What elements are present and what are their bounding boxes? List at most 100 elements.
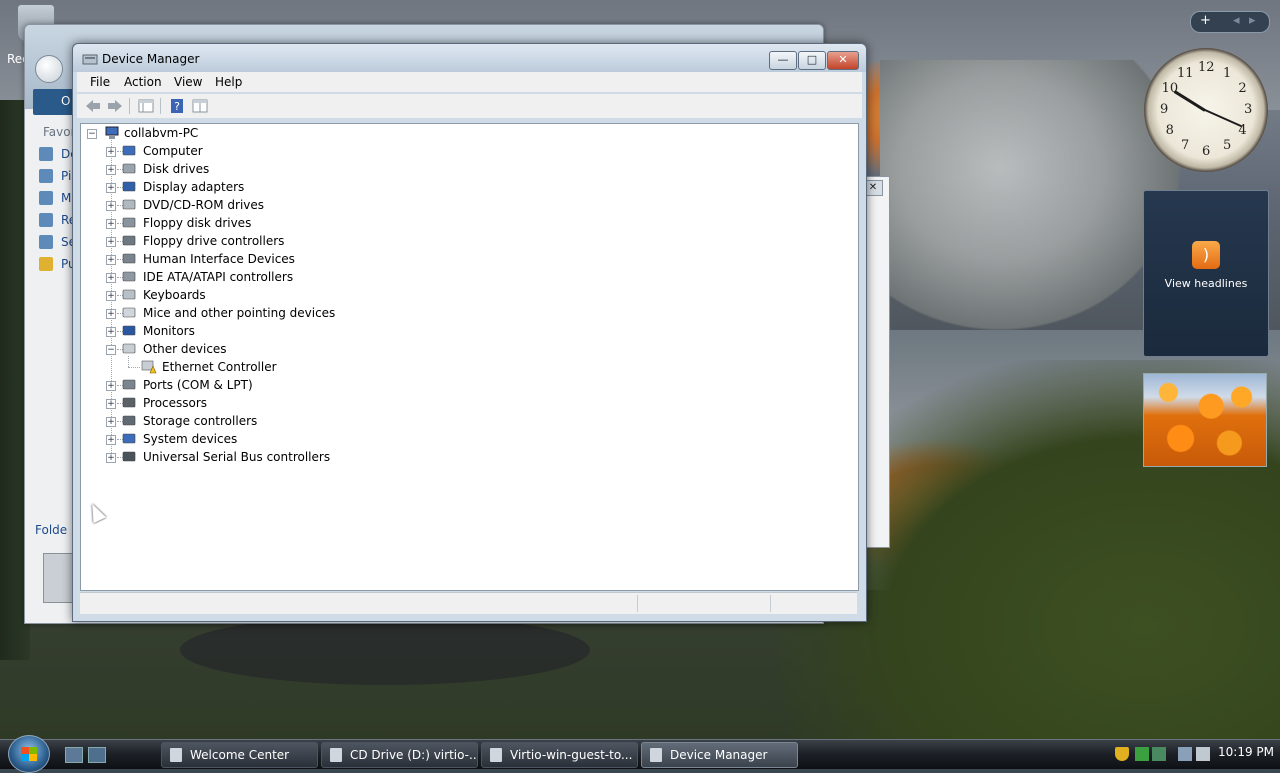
computer-root-icon <box>104 126 120 140</box>
update-icon[interactable] <box>1152 747 1166 761</box>
maximize-button[interactable]: □ <box>798 51 826 70</box>
switch-windows-icon[interactable] <box>88 747 106 763</box>
news-gadget[interactable]: ) View headlines <box>1143 190 1269 357</box>
expand-toggle[interactable]: + <box>106 183 116 193</box>
task-label: Device Manager <box>670 748 768 762</box>
favorite-label: M <box>61 191 72 205</box>
expand-toggle[interactable]: + <box>106 273 116 283</box>
status-bar <box>80 592 857 614</box>
tree-child-item[interactable]: Ethernet Controller <box>162 358 277 376</box>
expand-toggle[interactable]: + <box>106 435 116 445</box>
system-device-icon <box>121 432 137 446</box>
back-arrow-icon[interactable] <box>84 97 102 115</box>
clock-numeral: 9 <box>1160 102 1169 117</box>
close-button[interactable]: ✕ <box>827 51 859 70</box>
back-nav-button[interactable] <box>35 55 63 83</box>
tree-item[interactable]: Display adapters <box>143 178 244 196</box>
tree-item[interactable]: Ports (COM & LPT) <box>143 376 253 394</box>
folder-icon <box>39 169 53 183</box>
unknown-device-icon <box>121 342 137 356</box>
menu-file[interactable]: File <box>90 75 110 89</box>
floppy-drive-icon <box>121 216 137 230</box>
expand-toggle[interactable]: + <box>106 237 116 247</box>
expand-toggle[interactable]: + <box>106 291 116 301</box>
clock-numeral: 11 <box>1177 65 1194 81</box>
tree-item[interactable]: Universal Serial Bus controllers <box>143 448 330 466</box>
tree-item[interactable]: Human Interface Devices <box>143 250 295 268</box>
windows-logo-icon <box>21 747 37 761</box>
device-manager-window: Device Manager — □ ✕ File Action View He… <box>72 43 867 622</box>
clock-numeral: 3 <box>1244 102 1253 117</box>
volume-muted-icon[interactable] <box>1196 747 1210 761</box>
tree-item[interactable]: Keyboards <box>143 286 206 304</box>
rss-feed-icon: ) <box>1192 241 1220 269</box>
security-shield-icon[interactable] <box>1115 747 1129 761</box>
folder-icon <box>39 213 53 227</box>
menu-help[interactable]: Help <box>215 75 242 89</box>
expand-toggle[interactable]: + <box>106 201 116 211</box>
help-icon[interactable]: ? <box>168 97 186 115</box>
tree-item[interactable]: IDE ATA/ATAPI controllers <box>143 268 293 286</box>
tree-item[interactable]: Storage controllers <box>143 412 257 430</box>
collapse-toggle[interactable]: − <box>87 129 97 139</box>
minimize-button[interactable]: — <box>769 51 797 70</box>
tree-item[interactable]: Other devices <box>143 340 227 358</box>
menu-view[interactable]: View <box>174 75 202 89</box>
keyboard-icon <box>121 288 137 302</box>
tree-item[interactable]: Monitors <box>143 322 195 340</box>
expand-toggle[interactable]: + <box>106 453 116 463</box>
tree-item[interactable]: Disk drives <box>143 160 209 178</box>
tree-root-label[interactable]: collabvm-PC <box>124 124 198 142</box>
next-gadget-button[interactable]: ▸ <box>1249 13 1256 28</box>
expand-toggle[interactable]: + <box>106 165 116 175</box>
expand-toggle[interactable]: + <box>106 147 116 157</box>
forward-arrow-icon[interactable] <box>106 97 124 115</box>
expand-toggle[interactable]: + <box>106 255 116 265</box>
display-adapter-icon <box>121 180 137 194</box>
clock-numeral: 12 <box>1198 60 1215 75</box>
clock-numeral: 1 <box>1223 65 1232 81</box>
disk-drive-icon <box>121 162 137 176</box>
task-virtio-installer[interactable]: Virtio-win-guest-to... <box>481 742 638 768</box>
tree-item[interactable]: Computer <box>143 142 203 160</box>
clock-numeral: 7 <box>1181 138 1190 154</box>
checkmark-icon[interactable] <box>1135 747 1149 761</box>
tree-item[interactable]: Floppy disk drives <box>143 214 251 232</box>
tree-item[interactable]: System devices <box>143 430 237 448</box>
task-label: Welcome Center <box>190 748 290 762</box>
expand-toggle[interactable]: + <box>106 309 116 319</box>
title-bar[interactable]: Device Manager — □ ✕ <box>73 44 866 72</box>
show-desktop-icon[interactable] <box>65 747 83 763</box>
task-device-manager[interactable]: Device Manager <box>641 742 798 768</box>
clock-gadget[interactable]: 12 1 2 3 4 5 6 7 8 9 10 11 <box>1144 48 1268 172</box>
expand-toggle[interactable]: + <box>106 417 116 427</box>
add-gadget-button[interactable]: + <box>1200 13 1211 28</box>
floppy-controller-icon <box>121 234 137 248</box>
properties-view-icon[interactable] <box>137 97 155 115</box>
expand-toggle[interactable]: + <box>106 381 116 391</box>
clock-time[interactable]: 10:19 PM <box>1218 745 1274 759</box>
folder-icon <box>39 235 53 249</box>
network-icon[interactable] <box>1178 747 1192 761</box>
menu-action[interactable]: Action <box>124 75 162 89</box>
port-icon <box>121 378 137 392</box>
tree-item[interactable]: Floppy drive controllers <box>143 232 284 250</box>
tree-item[interactable]: Mice and other pointing devices <box>143 304 335 322</box>
tree-item[interactable]: DVD/CD-ROM drives <box>143 196 264 214</box>
clock-numeral: 5 <box>1223 138 1232 154</box>
slideshow-gadget[interactable] <box>1143 373 1267 467</box>
start-button[interactable] <box>8 735 50 773</box>
monitor-icon <box>121 324 137 338</box>
folders-toggle[interactable]: Folde <box>35 523 67 537</box>
clock-minute-hand <box>1204 109 1242 128</box>
expand-toggle[interactable]: + <box>106 219 116 229</box>
expand-toggle[interactable]: + <box>106 399 116 409</box>
usb-icon <box>121 450 137 464</box>
collapse-toggle[interactable]: − <box>106 345 116 355</box>
console-view-icon[interactable] <box>191 97 209 115</box>
task-welcome-center[interactable]: Welcome Center <box>161 742 318 768</box>
expand-toggle[interactable]: + <box>106 327 116 337</box>
tree-item[interactable]: Processors <box>143 394 207 412</box>
prev-gadget-button[interactable]: ◂ <box>1233 13 1240 28</box>
task-cd-drive[interactable]: CD Drive (D:) virtio-... <box>321 742 478 768</box>
